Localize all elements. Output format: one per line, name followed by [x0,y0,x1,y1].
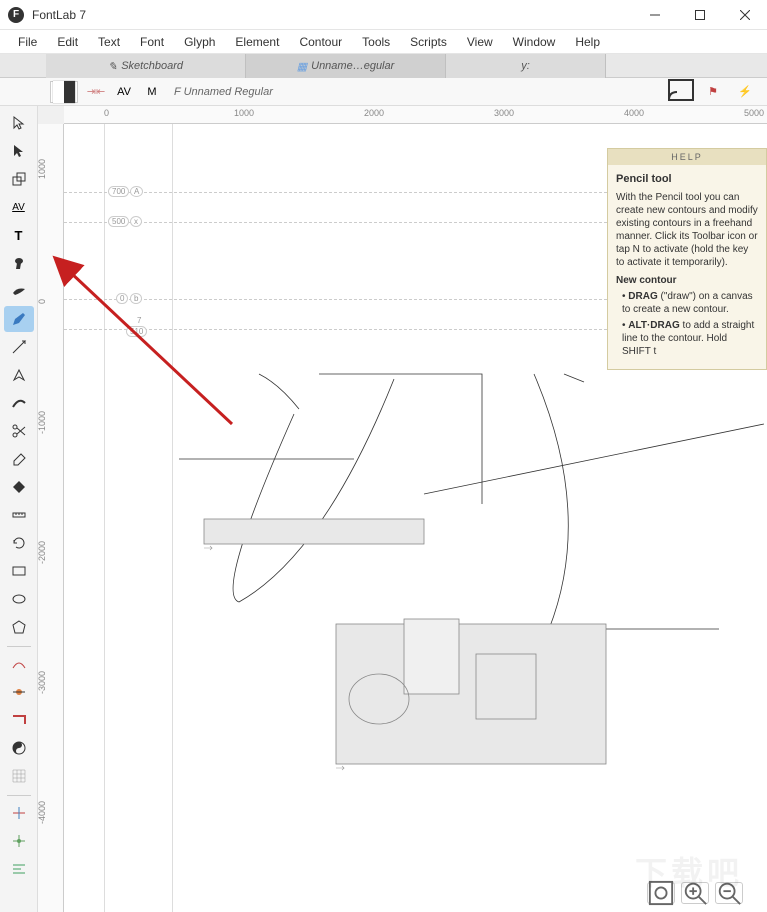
rectangle-tool[interactable] [4,558,34,584]
menu-window[interactable]: Window [503,35,566,49]
grid-icon: ▦ [297,60,307,73]
curve-handle-tool[interactable] [4,651,34,677]
pen-tool[interactable] [4,362,34,388]
metrics-tool[interactable]: AV [4,194,34,220]
ellipse-tool[interactable] [4,586,34,612]
menu-file[interactable]: File [8,35,47,49]
tab-label: Sketchboard [121,60,183,72]
window-title: FontLab 7 [32,8,86,22]
align-tool[interactable] [4,856,34,882]
calligraphy-tool[interactable] [4,390,34,416]
cast-icon[interactable] [667,81,695,103]
bolt-icon[interactable]: ⚡ [731,81,759,103]
metrics-toggle[interactable]: ⇥⇤ [82,81,110,103]
annotation-arrow [52,254,252,454]
rapid-tool[interactable] [4,334,34,360]
help-paragraph: With the Pencil tool you can create new … [616,191,758,269]
menu-edit[interactable]: Edit [47,35,88,49]
scissors-tool[interactable] [4,418,34,444]
help-list-item: • ALT·DRAG to add a straight line to the… [622,319,758,358]
shading-toggle[interactable] [50,81,78,103]
polygon-tool[interactable] [4,614,34,640]
sketchboard-icon: ✎ [108,60,117,73]
menu-font[interactable]: Font [130,35,174,49]
close-button[interactable] [722,0,767,30]
help-header: HELP [608,149,766,165]
element-tool[interactable] [4,166,34,192]
watermark: 下载吧 [635,848,743,894]
maximize-button[interactable] [677,0,722,30]
yinyang-tool[interactable] [4,735,34,761]
titlebar: F FontLab 7 [0,0,767,30]
minimize-button[interactable] [632,0,677,30]
menu-scripts[interactable]: Scripts [400,35,457,49]
help-panel: HELP Pencil tool With the Pencil tool yo… [607,148,767,370]
help-list-item: • DRAG ("draw") on a canvas to create a … [622,290,758,316]
menu-glyph[interactable]: Glyph [174,35,225,49]
app-icon: F [8,7,24,23]
menu-view[interactable]: View [457,35,503,49]
rotate-tool[interactable] [4,530,34,556]
axis-tool[interactable] [4,800,34,826]
menubar: File Edit Text Font Glyph Element Contou… [0,30,767,54]
width-toggle[interactable]: M [138,81,166,103]
tabbar: ✎ Sketchboard ▦ Unname…egular y: [0,54,767,78]
kerning-toggle[interactable]: AV [110,81,138,103]
text-tool[interactable]: T [4,222,34,248]
eraser-tool[interactable] [4,446,34,472]
paint-tool[interactable] [4,278,34,304]
tab-label: y: [521,60,530,72]
help-subtitle: New contour [616,275,758,286]
menu-tools[interactable]: Tools [352,35,400,49]
tab-glyph[interactable]: ▦ Unname…egular [246,54,446,78]
menu-element[interactable]: Element [225,35,289,49]
tab-label: Unname…egular [311,60,394,72]
node-tool[interactable] [4,679,34,705]
flag-icon[interactable]: ⚑ [699,81,727,103]
window-controls [632,0,767,30]
ruler-tool[interactable] [4,502,34,528]
tab-extra[interactable]: y: [446,54,606,78]
snap-tool[interactable] [4,828,34,854]
menu-contour[interactable]: Contour [289,35,352,49]
horizontal-ruler[interactable]: 0 1000 2000 3000 4000 5000 [64,106,767,124]
tab-sketchboard[interactable]: ✎ Sketchboard [46,54,246,78]
select-tool[interactable] [4,110,34,136]
pencil-tool[interactable] [4,306,34,332]
grid-tool[interactable] [4,763,34,789]
font-indicator: F Unnamed Regular [174,86,273,98]
menu-text[interactable]: Text [88,35,130,49]
fill-tool[interactable] [4,474,34,500]
help-title: Pencil tool [616,173,758,185]
top-toolbar: ⇥⇤ AV M F Unnamed Regular ⚑ ⚡ [0,78,767,106]
vertical-ruler[interactable]: 1000 0 -1000 -2000 -3000 -4000 [38,124,64,912]
menu-help[interactable]: Help [565,35,610,49]
corner-tool[interactable] [4,707,34,733]
tool-palette: AV T [0,106,38,912]
brush-tool[interactable] [4,250,34,276]
contour-tool[interactable] [4,138,34,164]
